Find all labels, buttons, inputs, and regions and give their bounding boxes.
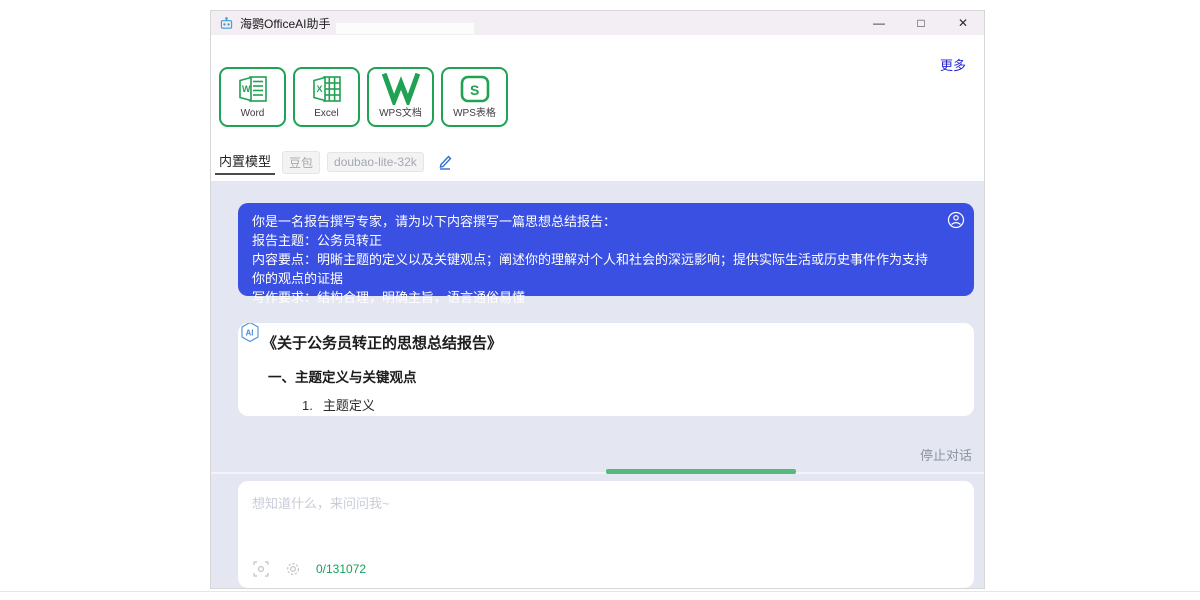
wps-writer-icon [369,69,432,108]
word-button[interactable]: W Word [219,67,286,127]
tab-doubao[interactable]: 豆包 [282,151,320,174]
app-label: Excel [314,108,338,120]
bottom-divider [0,591,1200,592]
user-message-line: 内容要点：明晰主题的定义以及关键观点；阐述你的理解对个人和社会的深远影响；提供实… [252,250,940,288]
user-message-line: 你是一名报告撰写专家，请为以下内容撰写一篇思想总结报告： [252,212,940,231]
screenshot-capture-icon[interactable] [252,560,270,578]
apps-row: W Word X Excel [219,67,508,127]
app-label: WPS文档 [379,108,422,120]
more-link[interactable]: 更多 [940,55,966,74]
window-title: 海鹦OfficeAI助手 [240,15,330,32]
app-window: 海鹦OfficeAI助手 — □ ✕ 更多 W [210,10,985,589]
user-avatar-icon [947,211,965,234]
chat-input-box: 0/131072 [238,481,974,588]
chat-input[interactable] [238,481,974,551]
word-icon: W [221,69,284,108]
tab-builtin-model[interactable]: 内置模型 [215,149,275,175]
ai-section-heading: 一、主题定义与关键观点 [268,366,974,386]
ai-message-bubble: AI 《关于公务员转正的思想总结报告》 一、主题定义与关键观点 1.主题定义 ○… [238,323,974,416]
progress-track [211,472,984,474]
user-message-line: 报告主题：公务员转正 [252,231,940,250]
excel-button[interactable]: X Excel [293,67,360,127]
wps-writer-button[interactable]: WPS文档 [367,67,434,127]
wps-sheet-icon: S [443,69,506,108]
model-bar: 内置模型 豆包 doubao-lite-32k [215,149,453,175]
app-label: WPS表格 [453,108,496,120]
progress-bar [606,469,796,474]
robot-app-icon [219,17,234,30]
chat-area: 你是一名报告撰写专家，请为以下内容撰写一篇思想总结报告： 报告主题：公务员转正 … [211,181,984,588]
stop-conversation-button[interactable]: 停止对话 [920,445,972,464]
ai-list-item: 1. 主题定义 [302,395,974,414]
char-counter: 0/131072 [316,562,366,576]
close-button[interactable]: ✕ [942,11,984,35]
minimize-button[interactable]: — [858,11,900,35]
svg-text:W: W [242,84,251,94]
ai-list-number: 1. [302,398,313,413]
desktop: 海鹦OfficeAI助手 — □ ✕ 更多 W [0,0,1200,600]
app-label: Word [241,108,265,120]
ai-badge-icon: AI [239,323,261,348]
settings-gear-icon[interactable] [285,561,301,577]
titlebar-highlight [336,23,474,34]
ai-list-text: 主题定义 [323,398,375,413]
maximize-button[interactable]: □ [900,11,942,35]
user-message-bubble: 你是一名报告撰写专家，请为以下内容撰写一篇思想总结报告： 报告主题：公务员转正 … [238,203,974,296]
titlebar: 海鹦OfficeAI助手 — □ ✕ [211,11,984,35]
svg-text:AI: AI [246,329,254,338]
pencil-icon[interactable] [437,154,453,170]
window-controls: — □ ✕ [858,11,984,35]
input-toolbar: 0/131072 [252,560,366,578]
ai-report-title: 《关于公务员转正的思想总结报告》 [262,332,974,353]
svg-text:S: S [470,82,479,98]
user-message-line: 写作要求：结构合理，明确主旨，语言通俗易懂 [252,288,940,307]
svg-text:X: X [316,84,322,94]
excel-icon: X [295,69,358,108]
wps-sheet-button[interactable]: S WPS表格 [441,67,508,127]
tab-doubao-lite-32k[interactable]: doubao-lite-32k [327,152,424,172]
